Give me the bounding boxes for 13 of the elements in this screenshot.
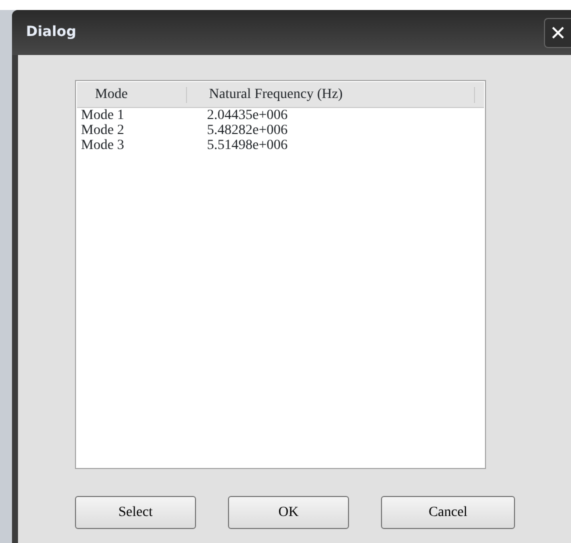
table-cell-text: Mode 1 (80, 108, 126, 123)
table-cell-text: 5.48282e+006 (206, 123, 289, 138)
table-cell-text: Mode 2 (80, 123, 126, 138)
window-title: Dialog (26, 23, 76, 42)
table-cell-text: 2.04435e+006 (206, 108, 289, 123)
table-cell-text: 5.51498e+006 (206, 138, 289, 153)
select-button[interactable]: Select (75, 496, 196, 529)
table-cell-text: Mode 3 (80, 138, 126, 153)
close-button[interactable]: ✕ (544, 18, 571, 48)
ok-button[interactable]: OK (228, 496, 349, 529)
cancel-button[interactable]: Cancel (381, 496, 515, 529)
column-header[interactable]: Mode (77, 86, 187, 102)
column-header[interactable]: Natural Frequency (Hz) (187, 86, 475, 102)
